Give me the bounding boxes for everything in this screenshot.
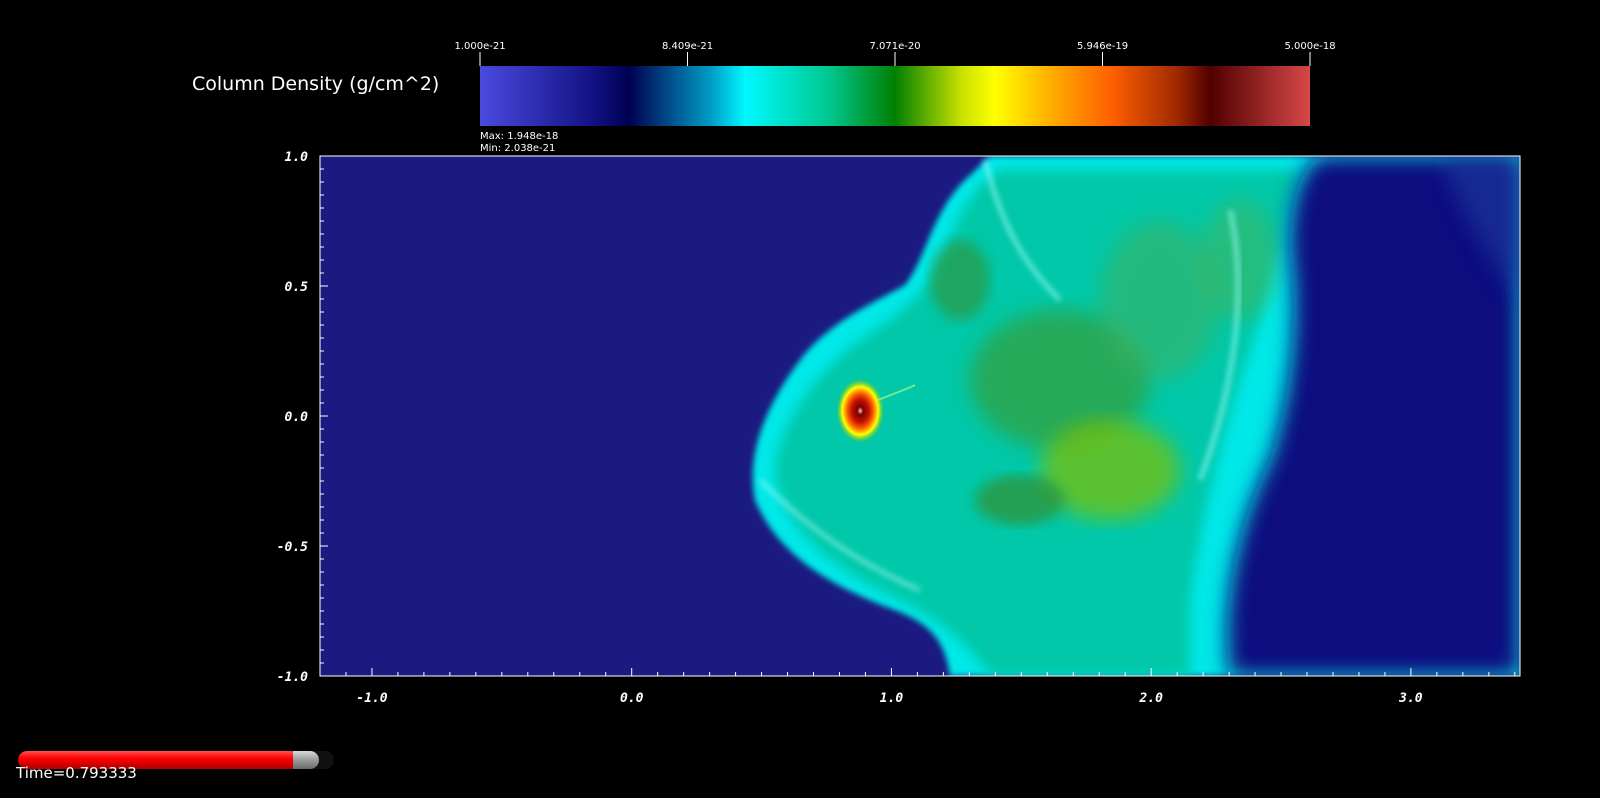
x-tick-label: 0.0 xyxy=(620,691,644,706)
y-tick-label: -0.5 xyxy=(277,540,308,555)
dense-region xyxy=(975,475,1065,525)
y-tick-label: 1.0 xyxy=(285,150,309,165)
colorbar-tick-label: 5.946e-19 xyxy=(1077,41,1128,52)
min-value-label: Min: 2.038e-21 xyxy=(480,143,555,154)
time-label: Time=0.793333 xyxy=(16,764,137,782)
dense-region xyxy=(930,240,990,320)
colorbar-tick-label: 8.409e-21 xyxy=(662,41,713,52)
y-tick-label: 0.0 xyxy=(285,410,309,425)
colorbar-tick-label: 7.071e-20 xyxy=(869,41,920,52)
x-tick-label: -1.0 xyxy=(356,691,387,706)
colorbar-gradient xyxy=(480,66,1310,126)
visualization-canvas: Column Density (g/cm^2) 1.000e-21 8.409e-… xyxy=(192,41,1521,706)
x-tick-label: 1.0 xyxy=(880,691,904,706)
colorbar-tick-label: 5.000e-18 xyxy=(1284,41,1335,52)
colorbar-title: Column Density (g/cm^2) xyxy=(192,73,439,95)
max-value-label: Max: 1.948e-18 xyxy=(480,131,558,142)
x-tick-label: 3.0 xyxy=(1398,691,1423,706)
colorbar-tick-label: 1.000e-21 xyxy=(454,41,505,52)
density-field xyxy=(320,156,1520,676)
colorbar-ticks: 1.000e-21 8.409e-21 7.071e-20 5.946e-19 5.00… xyxy=(454,41,1336,66)
y-tick-label: -1.0 xyxy=(277,670,308,685)
time-slider-handle[interactable] xyxy=(292,751,319,769)
dense-core xyxy=(836,378,885,443)
y-tick-label: 0.5 xyxy=(285,280,309,295)
x-tick-label: 2.0 xyxy=(1138,691,1163,706)
